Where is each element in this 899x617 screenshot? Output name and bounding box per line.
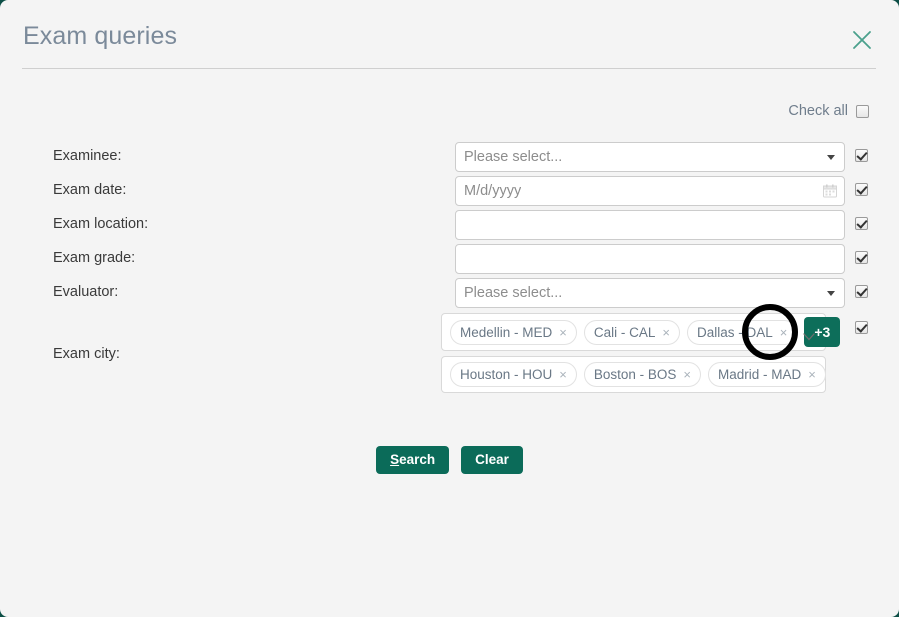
- chevron-down-icon: [827, 155, 835, 160]
- field-label-exam-date: Exam date:: [53, 182, 127, 198]
- examinee-select[interactable]: Please select...: [455, 142, 845, 172]
- chip-dallas[interactable]: Dallas - DAL ×: [686, 319, 798, 345]
- examinee-checkbox[interactable]: [855, 149, 868, 162]
- chip-remove-icon[interactable]: ×: [559, 368, 567, 381]
- evaluator-checkbox[interactable]: [855, 285, 868, 298]
- chip-cali[interactable]: Cali - CAL ×: [583, 319, 680, 345]
- search-button[interactable]: Search: [376, 446, 450, 474]
- exam-date-checkbox[interactable]: [855, 183, 868, 196]
- field-label-exam-location: Exam location:: [53, 216, 149, 232]
- chevron-down-icon[interactable]: [803, 328, 815, 341]
- examinee-placeholder: Please select...: [464, 149, 563, 165]
- chip-label: Cali - CAL: [593, 324, 656, 340]
- dialog-actions: Search Clear: [0, 446, 899, 474]
- dialog-header: Exam queries: [0, 0, 899, 69]
- field-label-exam-grade: Exam grade:: [53, 250, 136, 266]
- header-divider: [22, 68, 876, 69]
- exam-city-overflow-panel: Houston - HOU × Boston - BOS × Madrid - …: [441, 356, 826, 393]
- chip-label: Medellin - MED: [460, 324, 553, 340]
- chip-remove-icon[interactable]: ×: [662, 326, 670, 339]
- check-all-checkbox[interactable]: [856, 104, 869, 118]
- chip-remove-icon[interactable]: ×: [780, 326, 788, 339]
- calendar-icon[interactable]: [823, 184, 837, 202]
- field-row-exam-date: Exam date: M/d/yyyy: [0, 174, 899, 208]
- field-row-examinee: Examinee: Please select...: [0, 140, 899, 174]
- chevron-down-icon: [827, 291, 835, 296]
- chip-remove-icon[interactable]: ×: [808, 368, 816, 381]
- search-accesskey: S: [390, 452, 400, 467]
- exam-city-multiselect[interactable]: Medellin - MED × Cali - CAL × Dallas - D…: [441, 313, 841, 351]
- exam-location-input[interactable]: [455, 210, 845, 240]
- query-form: Examinee: Please select... Exam date: M/…: [0, 140, 899, 310]
- exam-location-checkbox[interactable]: [855, 217, 868, 230]
- check-all-label: Check all: [788, 103, 848, 119]
- field-row-exam-location: Exam location:: [0, 208, 899, 242]
- exam-grade-input[interactable]: [455, 244, 845, 274]
- exam-queries-dialog: Exam queries Check all Examinee: Please …: [0, 0, 899, 617]
- evaluator-select[interactable]: Please select...: [455, 278, 845, 308]
- field-label-examinee: Examinee:: [53, 148, 122, 164]
- chip-label: Madrid - MAD: [718, 367, 802, 382]
- clear-button[interactable]: Clear: [461, 446, 523, 474]
- exam-date-placeholder: M/d/yyyy: [464, 183, 522, 199]
- chip-remove-icon[interactable]: ×: [683, 368, 691, 381]
- page-title: Exam queries: [23, 22, 178, 50]
- field-label-exam-city: Exam city:: [53, 346, 120, 362]
- evaluator-placeholder: Please select...: [464, 285, 563, 301]
- exam-date-input[interactable]: M/d/yyyy: [455, 176, 845, 206]
- search-label-rest: earch: [399, 452, 436, 467]
- check-all-row[interactable]: Check all: [788, 103, 869, 119]
- chip-remove-icon[interactable]: ×: [559, 326, 567, 339]
- exam-city-checkbox[interactable]: [855, 321, 868, 334]
- field-row-exam-grade: Exam grade:: [0, 242, 899, 276]
- chip-boston[interactable]: Boston - BOS ×: [583, 362, 702, 387]
- field-row-evaluator: Evaluator: Please select...: [0, 276, 899, 310]
- close-icon[interactable]: [849, 27, 875, 53]
- chip-houston[interactable]: Houston - HOU ×: [450, 362, 577, 387]
- chip-label: Dallas - DAL: [696, 324, 773, 340]
- field-label-evaluator: Evaluator:: [53, 284, 119, 300]
- chip-madrid[interactable]: Madrid - MAD ×: [708, 362, 826, 387]
- chip-label: Houston - HOU: [460, 367, 553, 382]
- chip-medellin[interactable]: Medellin - MED ×: [450, 319, 577, 345]
- chip-label: Boston - BOS: [593, 367, 677, 382]
- exam-grade-checkbox[interactable]: [855, 251, 868, 264]
